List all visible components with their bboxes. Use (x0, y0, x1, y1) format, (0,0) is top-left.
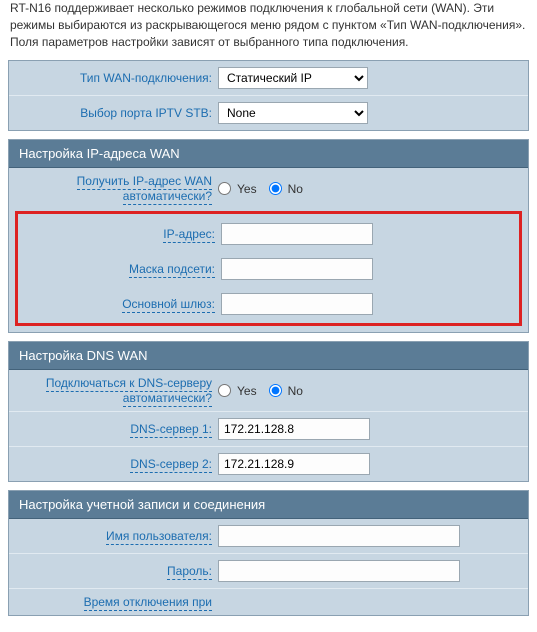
wan-ip-auto-yes-radio[interactable] (218, 182, 231, 195)
wan-ip-auto-label: Получить IP-адрес WAN автоматически? (17, 174, 218, 203)
gateway-input[interactable] (221, 293, 373, 315)
dns-auto-yes-radio[interactable] (218, 384, 231, 397)
wan-ip-auto-no-radio[interactable] (269, 182, 282, 195)
highlight-box: IP-адрес: Маска подсети: Основной шлюз: (15, 211, 522, 326)
username-input[interactable] (218, 525, 460, 547)
wan-type-select[interactable]: Статический IP (218, 67, 368, 89)
account-header: Настройка учетной записи и соединения (9, 491, 528, 519)
dns-auto-yes[interactable]: Yes (218, 384, 257, 398)
top-panel: Тип WAN-подключения: Статический IP Выбо… (8, 60, 529, 131)
wan-ip-header: Настройка IP-адреса WAN (9, 140, 528, 168)
dns1-label: DNS-сервер 1: (17, 422, 218, 436)
password-label: Пароль: (17, 564, 218, 578)
dns-auto-label: Подключаться к DNS-серверу автоматически… (17, 376, 218, 405)
intro-text: RT-N16 поддерживает несколько режимов по… (8, 0, 529, 60)
dns2-label: DNS-сервер 2: (17, 457, 218, 471)
wan-type-label: Тип WAN-подключения: (17, 71, 218, 85)
account-panel: Настройка учетной записи и соединения Им… (8, 490, 529, 616)
dns-panel: Настройка DNS WAN Подключаться к DNS-сер… (8, 341, 529, 482)
subnet-mask-input[interactable] (221, 258, 373, 280)
username-label: Имя пользователя: (17, 529, 218, 543)
dns-header: Настройка DNS WAN (9, 342, 528, 370)
iptv-port-select[interactable]: None (218, 102, 368, 124)
dns-auto-no-radio[interactable] (269, 384, 282, 397)
dns-auto-no[interactable]: No (269, 384, 303, 398)
dns2-input[interactable] (218, 453, 370, 475)
subnet-mask-label: Маска подсети: (20, 262, 221, 276)
wan-ip-auto-yes[interactable]: Yes (218, 182, 257, 196)
wan-ip-panel: Настройка IP-адреса WAN Получить IP-адре… (8, 139, 529, 333)
gateway-label: Основной шлюз: (20, 297, 221, 311)
ip-address-label: IP-адрес: (20, 227, 221, 241)
wan-ip-auto-no[interactable]: No (269, 182, 303, 196)
disconnect-time-label: Время отключения при (17, 595, 218, 609)
password-input[interactable] (218, 560, 460, 582)
ip-address-input[interactable] (221, 223, 373, 245)
dns1-input[interactable] (218, 418, 370, 440)
iptv-port-label: Выбор порта IPTV STB: (17, 106, 218, 120)
